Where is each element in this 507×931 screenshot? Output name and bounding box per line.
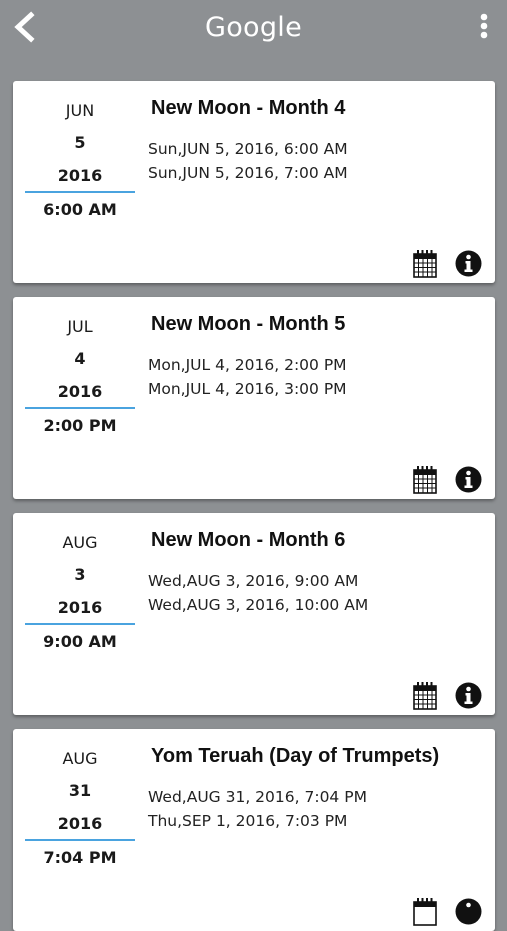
page-title: Google	[204, 12, 302, 43]
event-time: 6:00 AM	[43, 200, 117, 219]
calendar-icon	[413, 682, 437, 710]
event-start: Wed,AUG 3, 2016, 9:00 AM	[148, 572, 359, 590]
add-to-calendar-button[interactable]	[412, 681, 438, 711]
event-month: AUG	[62, 749, 98, 768]
add-to-calendar-button[interactable]	[412, 465, 438, 495]
more-vertical-icon	[480, 13, 488, 39]
date-divider	[25, 839, 135, 841]
event-end: Mon,JUL 4, 2016, 3:00 PM	[148, 380, 347, 398]
event-title: New Moon - Month 5	[151, 313, 346, 335]
event-card[interactable]: AUG 31 2016 7:04 PM Yom Teruah (Day of T…	[13, 729, 495, 931]
event-month: JUL	[67, 317, 93, 336]
add-to-calendar-button[interactable]	[412, 897, 438, 927]
date-divider	[25, 623, 135, 625]
event-title: Yom Teruah (Day of Trumpets)	[151, 745, 440, 767]
event-start: Mon,JUL 4, 2016, 2:00 PM	[148, 356, 347, 374]
event-title: New Moon - Month 6	[151, 529, 346, 551]
event-start: Wed,AUG 31, 2016, 7:04 PM	[148, 788, 367, 806]
event-info-button[interactable]	[455, 250, 482, 277]
event-time: 2:00 PM	[43, 416, 117, 435]
event-card[interactable]: JUL 4 2016 2:00 PM New Moon - Month 5 Mo…	[13, 297, 495, 499]
top-bar: Google	[0, 0, 507, 60]
date-divider	[25, 191, 135, 193]
add-to-calendar-button[interactable]	[412, 249, 438, 279]
event-year: 2016	[57, 382, 103, 401]
event-day: 4	[74, 349, 86, 368]
calendar-icon	[413, 466, 437, 494]
event-day: 5	[74, 133, 86, 152]
event-start: Sun,JUN 5, 2016, 6:00 AM	[148, 140, 348, 158]
event-end: Wed,AUG 3, 2016, 10:00 AM	[148, 596, 369, 614]
calendar-icon	[413, 898, 437, 926]
event-year: 2016	[57, 814, 103, 833]
event-time: 7:04 PM	[43, 848, 117, 867]
event-end: Thu,SEP 1, 2016, 7:03 PM	[148, 812, 348, 830]
event-year: 2016	[57, 598, 103, 617]
date-divider	[25, 407, 135, 409]
calendar-icon	[413, 250, 437, 278]
event-day: 31	[68, 781, 92, 800]
event-card[interactable]: AUG 3 2016 9:00 AM New Moon - Month 6 We…	[13, 513, 495, 715]
info-icon	[455, 466, 482, 493]
event-time: 9:00 AM	[43, 632, 117, 651]
event-month: JUN	[65, 101, 95, 120]
info-icon	[455, 682, 482, 709]
event-info-button[interactable]	[455, 466, 482, 493]
event-end: Sun,JUN 5, 2016, 7:00 AM	[148, 164, 348, 182]
event-month: AUG	[62, 533, 98, 552]
overflow-menu-button[interactable]	[472, 12, 496, 42]
info-icon	[455, 898, 482, 925]
event-year: 2016	[57, 166, 103, 185]
event-day: 3	[74, 565, 86, 584]
event-title: New Moon - Month 4	[151, 97, 346, 119]
event-card[interactable]: JUN 5 2016 6:00 AM New Moon - Month 4 Su…	[13, 81, 495, 283]
event-info-button[interactable]	[455, 682, 482, 709]
event-info-button[interactable]	[455, 898, 482, 925]
info-icon	[455, 250, 482, 277]
